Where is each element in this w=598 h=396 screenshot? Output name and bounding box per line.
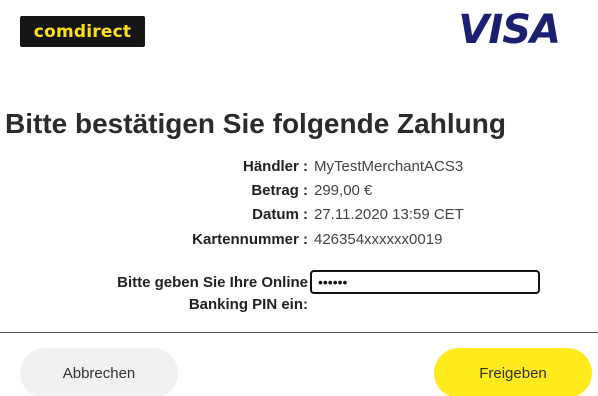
comdirect-logo-text: comdirect xyxy=(33,21,132,42)
visa-logo: VISA xyxy=(458,7,561,53)
header: comdirect VISA xyxy=(0,0,598,60)
visa-logo-text: VISA xyxy=(458,7,561,53)
page-title: Bitte bestätigen Sie folgende Zahlung xyxy=(5,108,506,139)
detail-row-amount: Betrag : 299,00 € xyxy=(0,182,598,202)
merchant-label: Händler : xyxy=(242,158,308,175)
divider xyxy=(0,332,598,333)
card-number-value: 426354xxxxxx0019 xyxy=(314,231,443,248)
payment-confirmation-page: comdirect VISA Bitte bestätigen Sie folg… xyxy=(0,0,598,396)
pin-label-line2: Banking PIN ein: xyxy=(188,296,308,313)
date-value: 27.11.2020 13:59 CET xyxy=(314,206,464,223)
merchant-value: MyTestMerchantACS3 xyxy=(314,158,464,175)
confirm-button[interactable]: Freigeben xyxy=(434,348,592,396)
amount-value: 299,00 € xyxy=(314,182,373,199)
pin-label: Bitte geben Sie Ihre Online Banking PIN … xyxy=(117,272,308,316)
detail-row-merchant: Händler : MyTestMerchantACS3 xyxy=(0,158,598,178)
detail-row-date: Datum : 27.11.2020 13:59 CET xyxy=(0,206,598,226)
cancel-button[interactable]: Abbrechen xyxy=(20,348,178,396)
detail-row-card-number: Kartennummer : 426354xxxxxx0019 xyxy=(0,231,598,251)
pin-input[interactable] xyxy=(310,270,540,294)
amount-label: Betrag : xyxy=(251,182,308,199)
date-label: Datum : xyxy=(252,206,308,223)
card-number-label: Kartennummer : xyxy=(192,231,308,248)
pin-label-line1: Bitte geben Sie Ihre Online xyxy=(117,274,308,291)
comdirect-logo: comdirect xyxy=(20,16,145,47)
